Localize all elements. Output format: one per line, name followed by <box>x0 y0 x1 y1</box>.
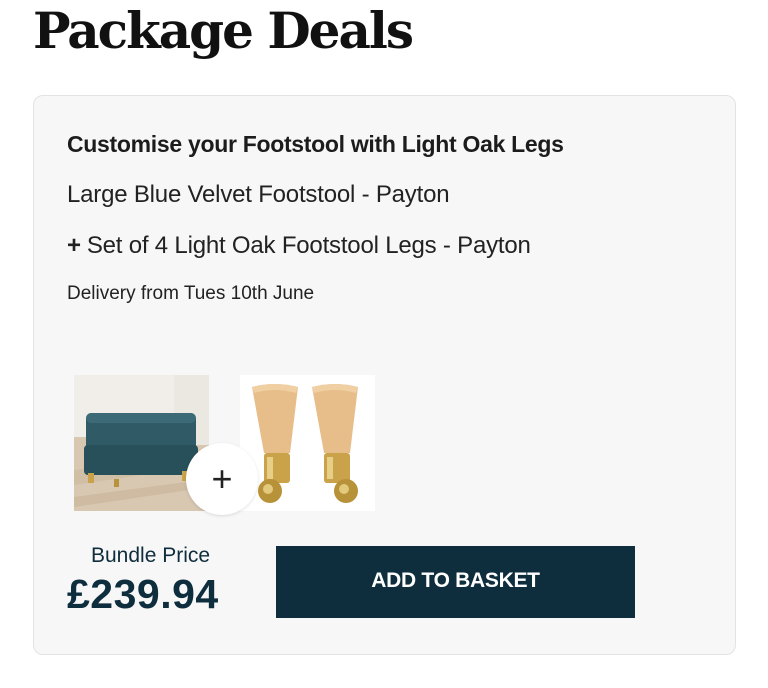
page-title: Package Deals <box>33 1 414 60</box>
bundle-item-legs-label: Set of 4 Light Oak Footstool Legs - Payt… <box>86 232 531 259</box>
delivery-date: Delivery from Tues 10th June <box>67 283 315 304</box>
legs-image[interactable] <box>240 375 375 511</box>
deal-heading: Customise your Footstool with Light Oak … <box>67 131 564 157</box>
bundle-item-footstool[interactable]: Large Blue Velvet Footstool - Payton <box>67 181 450 209</box>
bundle-item-legs[interactable]: + Set of 4 Light Oak Footstool Legs - Pay… <box>67 232 531 260</box>
combine-plus-icon: + <box>186 443 258 515</box>
leg-right <box>312 384 358 503</box>
package-deal-card: Customise your Footstool with Light Oak … <box>33 95 736 655</box>
add-to-basket-button[interactable]: ADD TO BASKET <box>276 546 635 618</box>
leg-left <box>252 384 298 503</box>
plus-prefix: + <box>67 232 81 259</box>
oak-legs-illustration <box>252 384 358 503</box>
bundle-price-label: Bundle Price <box>91 544 211 567</box>
bundle-price: £239.94 <box>67 571 219 617</box>
